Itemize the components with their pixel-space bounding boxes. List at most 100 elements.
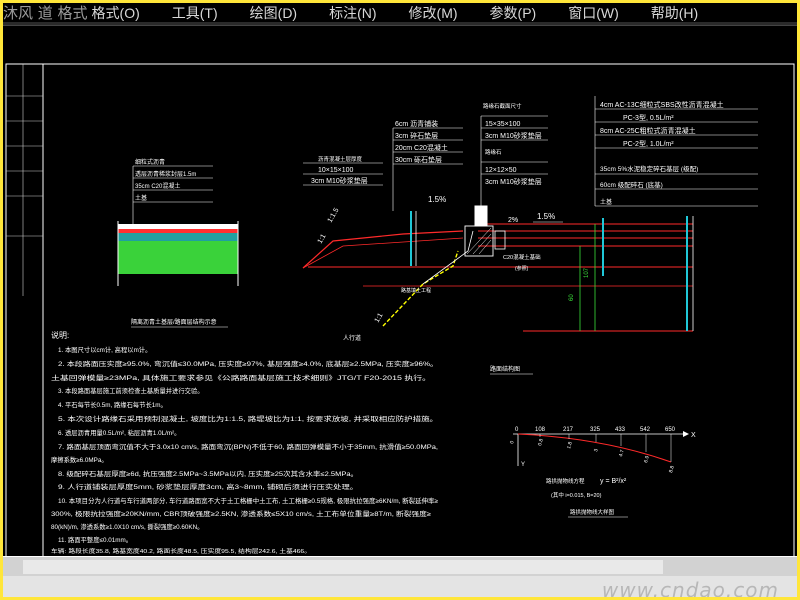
curb-layer-3: 路缘石 (485, 148, 502, 156)
slope-left: 1.5% (428, 195, 446, 204)
profile-x-axis: X (691, 432, 696, 439)
table-row-3: 8cm AC-25C粗粒式沥青混凝土 (600, 126, 696, 135)
table-row-1: 4cm AC-13C细粒式SBS改性沥青混凝土 (600, 100, 724, 109)
profile-y-1: 0.8 (537, 438, 545, 446)
backfill-label: 路基填土工程 (401, 287, 431, 294)
note-line-14: 80(kN)/m, 渗透系数≥1.0X10 cm/s, 撕裂强度≥0.60KN。 (51, 522, 203, 531)
curb-layer-5: 3cm M10砂浆垫层 (485, 177, 542, 186)
profile-caption: 路拱抛物线大样图 (570, 508, 615, 516)
profile-y-3: 3 (593, 448, 600, 452)
app-brand: 沐风 道 格式 (3, 4, 88, 22)
table-row-4: PC-2型, 1.0L/m² (623, 139, 674, 148)
seal-layer (118, 229, 238, 233)
menu-window[interactable]: 窗口(W) (568, 3, 619, 23)
profile-y-2: 1.8 (566, 441, 574, 449)
gravel-layer (118, 241, 238, 274)
sidewalk-caption: 人行道 (343, 334, 361, 342)
menu-modify[interactable]: 修改(M) (409, 3, 458, 23)
profile-x-5: 542 (640, 427, 651, 433)
profile-x-6: 650 (665, 427, 676, 433)
profile-x-2: 217 (563, 427, 574, 433)
note-line-6: 5. 本次设计路缘石采用预制混凝土, 坡度比为1:1.5, 路堤坡比为1:1, … (58, 414, 438, 423)
left-layer-4: 土基 (135, 194, 147, 202)
note-line-15: 11. 路面平整度≤0.01mm。 (58, 535, 132, 544)
curb-layer-1: 15×35×100 (485, 121, 521, 128)
left-layer-3: 35cm C20混凝土 (135, 182, 180, 190)
crown-profile: 0 108 217 325 433 542 650 X 0 0.8 1.8 3 … (509, 427, 696, 518)
application-window: 沐风 道 格式 格式(O) 工具(T) 绘图(D) 标注(N) 修改(M) 参数… (3, 3, 797, 597)
sheet-title-strip (6, 64, 43, 296)
profile-x-4: 433 (615, 427, 626, 433)
center-layer-4: 30cm 砾石垫层 (395, 155, 442, 164)
left-layer-1: 细粒式沥青 (135, 158, 165, 166)
note-line-9: 摩擦系数≥6.0MPa。 (51, 455, 108, 464)
profile-y-0: 0 (509, 440, 516, 444)
profile-x-3: 325 (590, 427, 601, 433)
menu-help[interactable]: 帮助(H) (651, 3, 698, 23)
surface-layer (118, 224, 238, 229)
left-layer-2: 透层沥青稀浆封层1.5m (135, 170, 196, 178)
midleft-label-3: 3cm M10砂浆垫层 (311, 176, 368, 185)
note-line-11: 9. 人行道铺装层厚度5mm, 砂浆垫层厚度3cm, 高3~8mm, 铺砌后须进… (58, 482, 358, 491)
note-line-16: 车辆: 路段长度35.8, 路基宽度40.2, 路面长度48.5, 压实度95.… (51, 547, 311, 555)
ratio-left: 1:1.5 (327, 207, 341, 224)
left-section-caption: 隔离沥青土基层/路面层结构示意 (131, 318, 217, 326)
profile-x-0: 0 (515, 427, 519, 433)
table-row-5: 35cm 5%水泥稳定碎石基层 (级配) (600, 164, 698, 173)
profile-y-5: 6.9 (643, 455, 651, 463)
curb-layer-2: 3cm M10砂浆垫层 (485, 131, 542, 140)
curb-header: 路缘石截面尺寸 (483, 102, 522, 110)
concrete-layer (118, 233, 238, 241)
cad-drawing: 细粒式沥青 透层沥青稀浆封层1.5m 35cm C20混凝土 土基 隔离沥青土基… (5, 63, 795, 565)
midleft-label-1: 沥青混凝土层厚度 (318, 155, 363, 163)
menu-tools[interactable]: 工具(T) (172, 3, 218, 23)
curb-foundation: C20混凝土基础 (503, 253, 541, 261)
note-line-5: 4. 平石每节长0.5m, 路缘石每节长1m。 (58, 400, 167, 409)
left-layer-section: 细粒式沥青 透层沥青稀浆封层1.5m 35cm C20混凝土 土基 隔离沥青土基… (117, 158, 239, 328)
profile-y-6: 8.8 (668, 465, 676, 473)
curb-foundation-sub: (参照) (515, 265, 529, 272)
slope-road: 1.5% (537, 212, 555, 221)
table-caption: 路面结构图 (490, 365, 520, 373)
center-layer-2: 3cm 碎石垫层 (395, 131, 438, 140)
slope-curb: 2% (508, 217, 518, 224)
note-line-4: 3. 本段路面基层施工前须检查土基质量并进行交验。 (58, 386, 204, 395)
ratio-left-2: 1:1 (317, 233, 328, 245)
note-line-2: 2. 本段路面压实度≥95.0%, 弯沉值≤30.0MPa, 压实度≥97%, … (58, 359, 438, 368)
note-line-7: 6. 透层沥青用量0.5L/m², 粘层沥青1.0L/m²。 (58, 428, 180, 437)
menu-dimension[interactable]: 标注(N) (329, 3, 376, 23)
profile-params: (其中 i=0.015, B=20) (551, 491, 602, 499)
profile-y-axis: Y (521, 462, 525, 468)
ratio-bottom: 1:1 (374, 312, 385, 324)
note-line-1: 1. 本图尺寸以cm计, 高程以m计。 (58, 345, 151, 354)
command-bar[interactable] (3, 556, 797, 577)
note-line-13: 300%, 极限抗拉强度≥20KN/mm, CBR顶破强度≥2.5KN, 渗透系… (51, 509, 432, 518)
dim-107: 107 (584, 267, 590, 278)
cross-section: 60 107 沥青混凝土层厚度 10×15×100 3cm M10砂浆垫层 1.… (302, 102, 694, 342)
watermark: www.cndao.com (601, 578, 779, 597)
profile-y-4: 4.7 (618, 449, 626, 457)
command-input[interactable] (23, 560, 663, 574)
curb-layer-4: 12×12×50 (485, 167, 517, 174)
note-line-10: 8. 级配碎石基层厚度≥6d, 抗压强度2.5MPa~3.5MPa以内, 压实度… (58, 469, 358, 478)
drawing-canvas[interactable]: 细粒式沥青 透层沥青稀浆封层1.5m 35cm C20混凝土 土基 隔离沥青土基… (3, 26, 797, 565)
note-line-12: 10. 本项目分为人行道与车行道两部分, 车行道路面宽不大于土工格栅中土工布, … (58, 496, 439, 505)
table-row-2: PC-3型, 0.5L/m² (623, 113, 674, 122)
table-row-6: 60cm 级配碎石 (底基) (600, 180, 663, 189)
menu-draw[interactable]: 绘图(D) (250, 3, 297, 23)
status-bar: www.cndao.com (3, 576, 797, 597)
center-layer-3: 20cm C20混凝土 (395, 143, 448, 152)
table-row-7: 土基 (600, 198, 612, 206)
center-layer-1: 6cm 沥青铺装 (395, 119, 438, 128)
menu-format[interactable]: 格式(O) (92, 3, 140, 23)
midleft-label-2: 10×15×100 (318, 167, 354, 174)
profile-formula: y = B²/x² (600, 478, 627, 485)
dim-60: 60 (569, 294, 575, 301)
profile-x-1: 108 (535, 427, 546, 433)
note-line-3: 土基回弹模量≥23MPa, 具体施工要求参见《公路路面基层施工技术细则》JTG/… (51, 373, 431, 382)
menu-parameters[interactable]: 参数(P) (490, 3, 537, 23)
notes-block: 说明: 1. 本图尺寸以cm计, 高程以m计。 2. 本段路面压实度≥95.0%… (51, 330, 439, 555)
profile-formula-label: 路拱抛物线方程 (546, 477, 585, 485)
note-line-8: 7. 路面基层顶面弯沉值不大于3.0x10 cm/s, 路面弯沉(BPN)不低于… (58, 442, 438, 451)
notes-title: 说明: (51, 330, 69, 340)
